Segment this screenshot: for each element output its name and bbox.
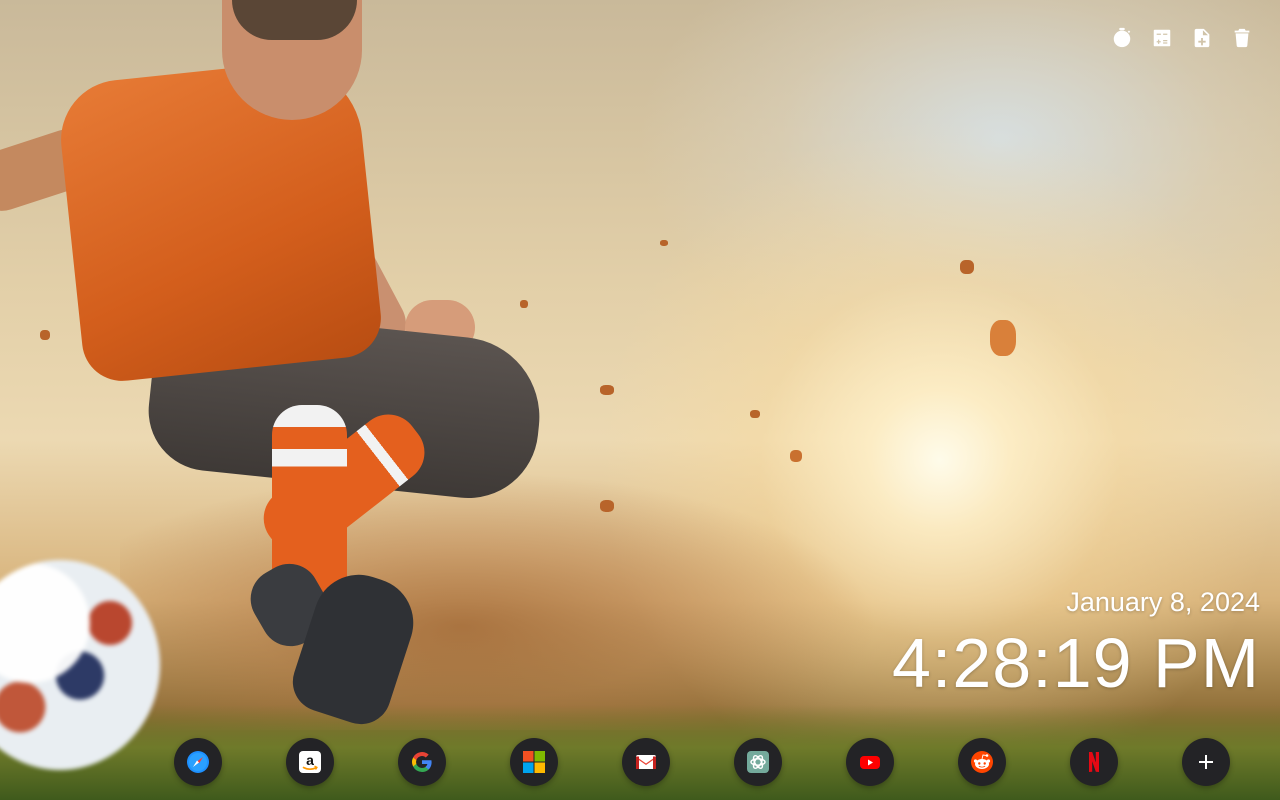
dust-cloud — [120, 470, 880, 730]
add-file-icon — [1194, 28, 1210, 48]
netflix-shortcut[interactable] — [1070, 738, 1118, 786]
microsoft-icon — [523, 751, 545, 773]
reddit-shortcut[interactable] — [958, 738, 1006, 786]
chatgpt-icon — [747, 751, 769, 773]
add-shortcut-button[interactable] — [1182, 738, 1230, 786]
stopwatch-button[interactable] — [1110, 26, 1134, 50]
dirt-speck — [990, 320, 1016, 356]
amazon-shortcut[interactable]: a — [286, 738, 334, 786]
microsoft-shortcut[interactable] — [510, 738, 558, 786]
youtube-shortcut[interactable] — [846, 738, 894, 786]
google-shortcut[interactable] — [398, 738, 446, 786]
gmail-shortcut[interactable] — [622, 738, 670, 786]
dirt-speck — [600, 385, 614, 395]
svg-text:a: a — [306, 752, 314, 768]
gmail-icon — [636, 755, 656, 769]
youtube-icon — [860, 756, 880, 769]
dirt-speck — [40, 330, 50, 340]
amazon-icon: a — [299, 751, 321, 773]
reddit-icon — [971, 751, 993, 773]
dirt-speck — [520, 300, 528, 308]
delete-button[interactable] — [1230, 26, 1254, 50]
dirt-speck — [600, 500, 614, 512]
dirt-speck — [790, 450, 802, 462]
top-toolbar — [1110, 26, 1254, 50]
date-display: January 8, 2024 — [1066, 587, 1260, 617]
shortcut-dock: a — [174, 738, 1230, 786]
stopwatch-icon — [1113, 27, 1131, 48]
compass-icon — [187, 751, 209, 773]
plus-icon — [1199, 755, 1213, 769]
calculator-button[interactable] — [1150, 26, 1174, 50]
chatgpt-shortcut[interactable] — [734, 738, 782, 786]
dirt-speck — [960, 260, 974, 274]
calculator-icon — [1153, 29, 1171, 47]
desktop-wallpaper: January 8, 2024 4:28:19 PM a — [0, 0, 1280, 800]
google-icon — [412, 752, 432, 772]
netflix-icon — [1089, 752, 1099, 772]
new-note-button[interactable] — [1190, 26, 1214, 50]
dirt-speck — [750, 410, 760, 418]
time-display: 4:28:19 PM — [892, 624, 1260, 702]
dirt-speck — [660, 240, 668, 246]
safari-shortcut[interactable] — [174, 738, 222, 786]
trash-icon — [1234, 28, 1250, 48]
clock-widget: January 8, 2024 4:28:19 PM — [892, 585, 1260, 705]
